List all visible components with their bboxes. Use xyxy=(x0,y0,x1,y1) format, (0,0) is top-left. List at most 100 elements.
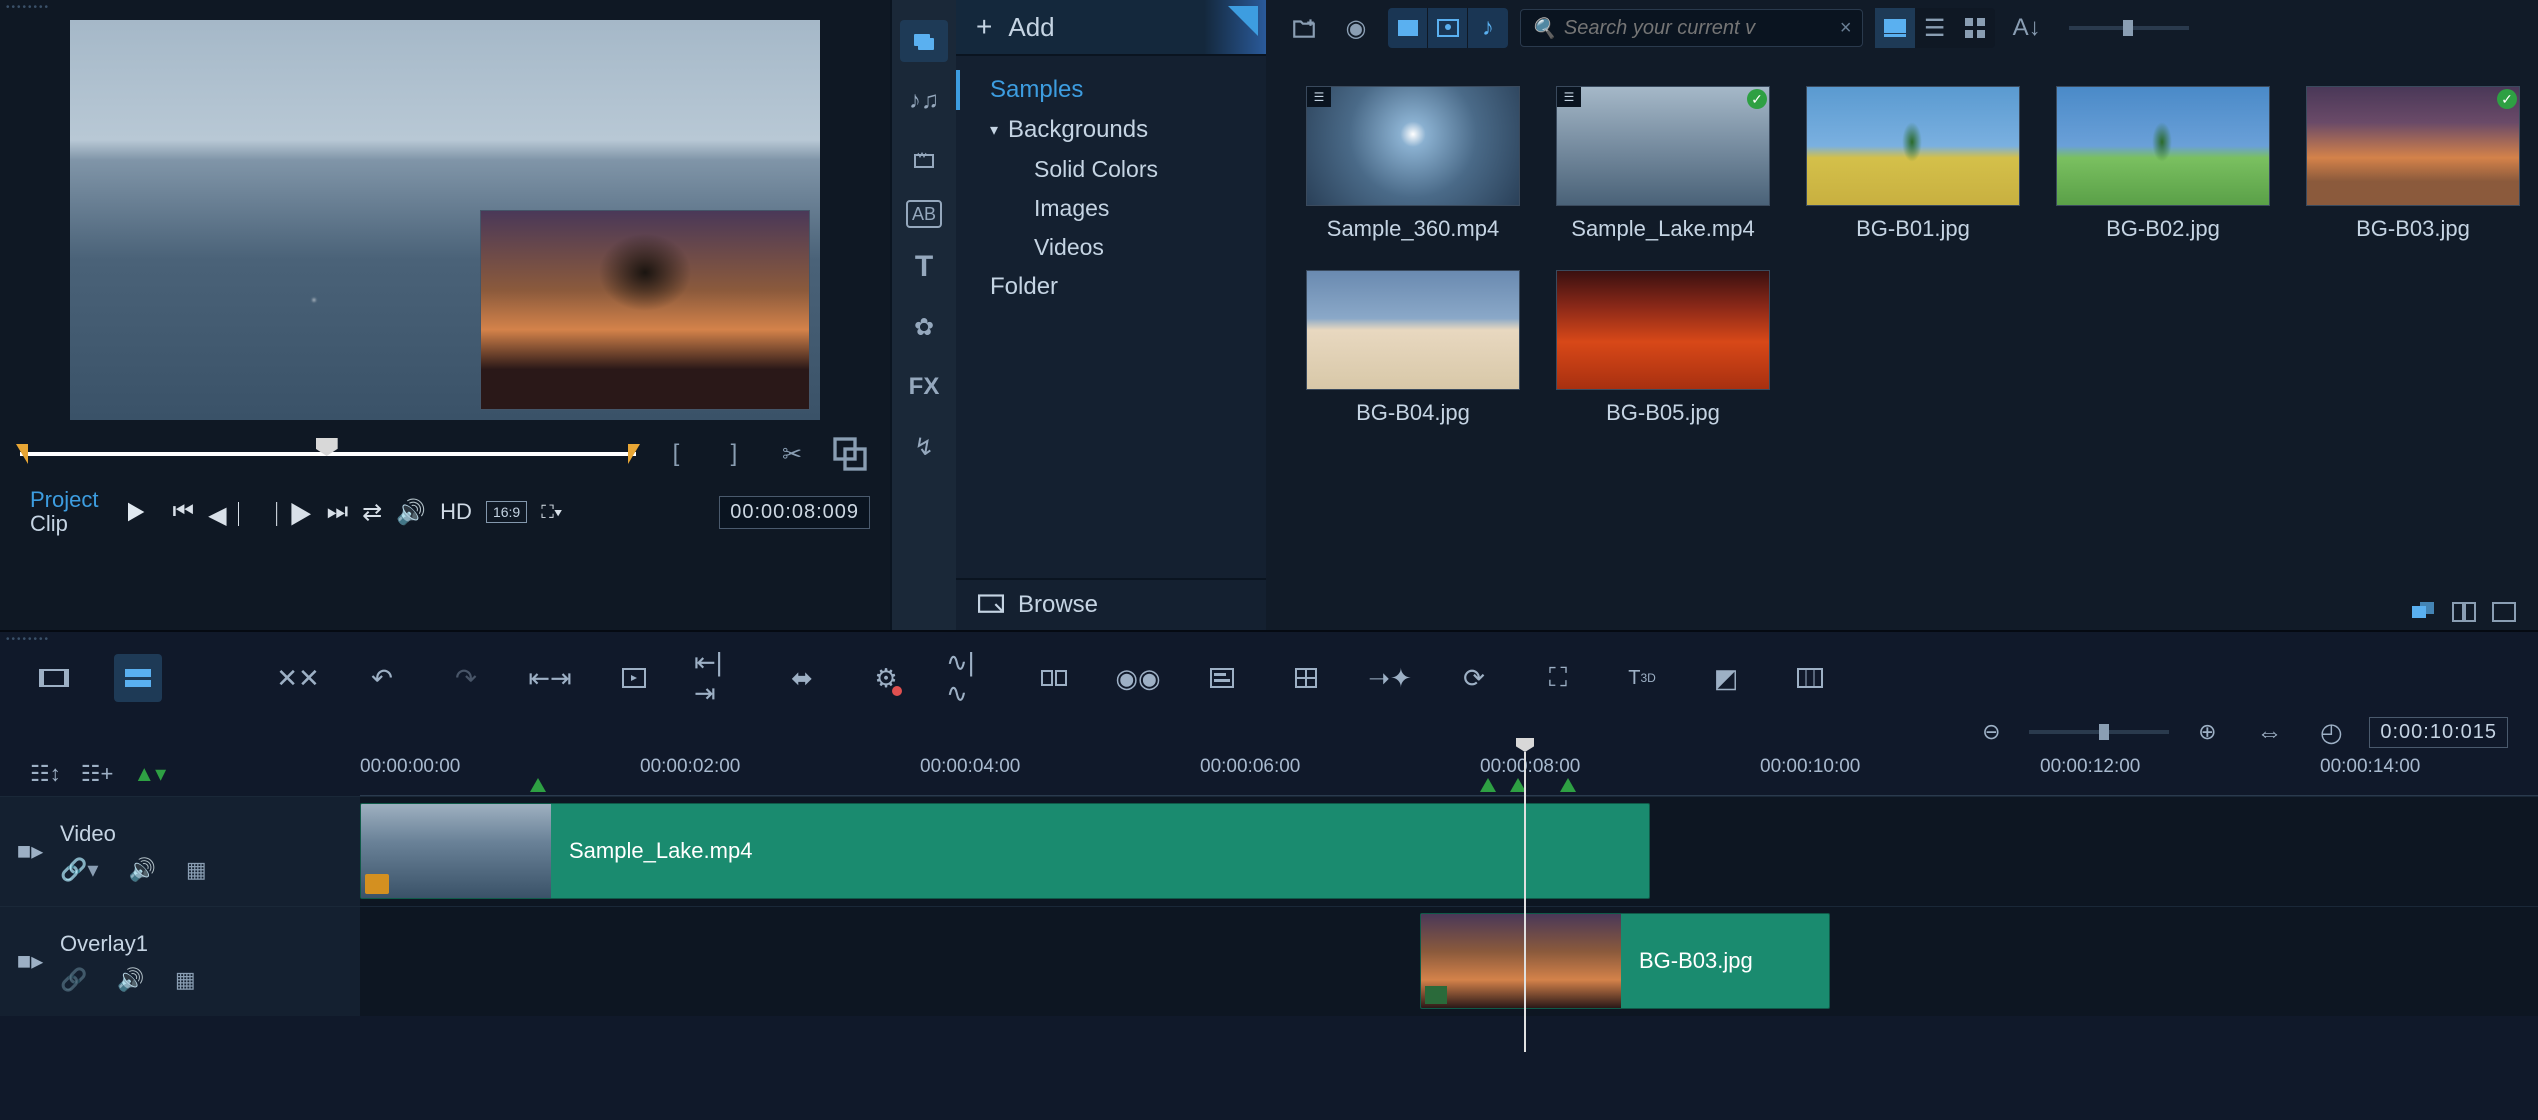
chapter-marker[interactable] xyxy=(530,778,546,792)
play-button[interactable] xyxy=(112,489,158,535)
timeline-timecode[interactable]: 0:00:10:015 xyxy=(2369,717,2508,748)
timeline-playhead[interactable] xyxy=(1524,752,1526,1052)
capture-button[interactable]: ◉ xyxy=(1336,8,1376,48)
audio-mixer-button[interactable]: ∿|∿ xyxy=(946,654,994,702)
grid-button[interactable] xyxy=(1282,654,1330,702)
media-item[interactable]: BG-B04.jpg xyxy=(1306,270,1520,426)
settings-button[interactable]: ✕✕ xyxy=(274,654,322,702)
track-transparency-button[interactable]: ◉◉ xyxy=(1114,654,1162,702)
resize-options-button[interactable]: ⛶▾ xyxy=(541,502,562,523)
track-link-button[interactable]: 🔗▾ xyxy=(60,857,98,883)
filter-video-button[interactable] xyxy=(1388,8,1428,48)
tree-folder[interactable]: Folder xyxy=(956,267,1266,307)
snapshot-button[interactable] xyxy=(830,434,870,474)
scrub-playhead[interactable] xyxy=(316,438,338,456)
media-item[interactable]: BG-B05.jpg xyxy=(1556,270,1770,426)
timeline-ruler[interactable]: 00:00:00:0000:00:02:0000:00:04:0000:00:0… xyxy=(360,752,2538,796)
add-track-button[interactable]: ☷+ xyxy=(81,761,114,787)
tree-backgrounds[interactable]: ▾Backgrounds xyxy=(956,110,1266,150)
pan-zoom-button[interactable] xyxy=(610,654,658,702)
fit-project-button[interactable]: ⇔ xyxy=(2245,708,2293,756)
media-item[interactable]: BG-B01.jpg xyxy=(1806,86,2020,242)
track-manager-button[interactable]: ☷↕ xyxy=(30,761,61,787)
go-start-button[interactable]: ⏮ xyxy=(172,498,194,526)
import-folder-button[interactable] xyxy=(1284,8,1324,48)
chapter-marker[interactable] xyxy=(1560,778,1576,792)
fx-tab[interactable]: FX xyxy=(900,366,948,408)
thumb-zoom-slider[interactable] xyxy=(2069,26,2189,30)
split-screen-button[interactable] xyxy=(1786,654,1834,702)
track-disable-button[interactable]: ▦ xyxy=(175,967,196,993)
transitions-tab[interactable] xyxy=(900,140,948,182)
storyboard-view-button[interactable] xyxy=(30,654,78,702)
track-mute-button[interactable]: 🔊 xyxy=(128,857,155,883)
show-library-button[interactable] xyxy=(2408,598,2440,626)
overlay-clip[interactable]: BG-B03.jpg xyxy=(1420,913,1830,1009)
playback-mode-toggle[interactable]: Project Clip xyxy=(30,488,98,536)
mark-out-button[interactable]: ] xyxy=(714,434,754,474)
titles-tab[interactable]: AB xyxy=(906,200,942,228)
next-frame-button[interactable]: ｜▶ xyxy=(265,495,313,530)
timeline-view-button[interactable] xyxy=(114,654,162,702)
filter-audio-button[interactable]: ♪ xyxy=(1468,8,1508,48)
zoom-in-button[interactable]: ⊕ xyxy=(2183,708,2231,756)
video-clip[interactable]: Sample_Lake.mp4 xyxy=(360,803,1650,899)
prev-frame-button[interactable]: ◀｜ xyxy=(208,495,250,530)
search-input[interactable] xyxy=(1564,17,1832,40)
overlays-tab[interactable]: ✿ xyxy=(900,306,948,348)
rotate-button[interactable]: ⟳ xyxy=(1450,654,1498,702)
slide-button[interactable]: ⬌ xyxy=(778,654,826,702)
add-button[interactable]: + Add xyxy=(956,0,1266,56)
tree-solid-colors[interactable]: Solid Colors xyxy=(956,150,1266,189)
media-item[interactable]: ☰ ✓ Sample_Lake.mp4 xyxy=(1556,86,1770,242)
undo-button[interactable]: ↶ xyxy=(358,654,406,702)
audio-tab[interactable]: ♪♫ xyxy=(900,80,948,122)
zoom-out-button[interactable]: ⊖ xyxy=(1967,708,2015,756)
mask-creator-button[interactable]: ◩ xyxy=(1702,654,1750,702)
clear-search-button[interactable]: × xyxy=(1840,17,1852,40)
motion-path-tab[interactable]: ↯ xyxy=(900,426,948,468)
media-item[interactable]: BG-B02.jpg xyxy=(2056,86,2270,242)
show-options-button[interactable] xyxy=(2448,598,2480,626)
volume-button[interactable]: 🔊 xyxy=(396,498,426,527)
timeline-zoom-slider[interactable] xyxy=(2029,730,2169,734)
3d-title-button[interactable]: T3D xyxy=(1618,654,1666,702)
mark-in-button[interactable]: [ xyxy=(656,434,696,474)
hd-toggle[interactable]: HD xyxy=(440,499,472,525)
motion-tracking-button[interactable]: ➝✦ xyxy=(1366,654,1414,702)
redo-button[interactable]: ↷ xyxy=(442,654,490,702)
repeat-button[interactable]: ⇄ xyxy=(362,498,382,527)
multi-trim-button[interactable] xyxy=(1030,654,1078,702)
media-tab[interactable] xyxy=(900,20,948,62)
panel-drag-handle[interactable]: •••••••• xyxy=(6,634,50,645)
tree-images[interactable]: Images xyxy=(956,189,1266,228)
track-disable-button[interactable]: ▦ xyxy=(186,857,207,883)
split-clip-button[interactable]: ✂ xyxy=(772,434,812,474)
view-list-button[interactable]: ☰ xyxy=(1915,8,1955,48)
subtitle-button[interactable] xyxy=(1198,654,1246,702)
sort-button[interactable]: A↓ xyxy=(2007,8,2047,48)
show-both-button[interactable] xyxy=(2488,598,2520,626)
mark-out-handle[interactable] xyxy=(628,444,640,464)
browse-button[interactable]: Browse xyxy=(956,578,1266,630)
chapter-marker[interactable] xyxy=(1480,778,1496,792)
markers-button[interactable]: ▲▾ xyxy=(133,761,166,787)
pin-icon[interactable] xyxy=(1228,6,1258,36)
preview-monitor[interactable] xyxy=(70,20,820,420)
panel-drag-handle[interactable]: •••••••• xyxy=(6,2,50,13)
filter-photo-button[interactable] xyxy=(1428,8,1468,48)
preview-timecode[interactable]: 00:00:08:009 xyxy=(719,496,870,529)
fit-window-button[interactable]: ⇤⇥ xyxy=(526,654,574,702)
text-tab[interactable]: T xyxy=(900,246,948,288)
video-track-icon[interactable]: ■▸ xyxy=(0,797,60,906)
overlay-track-icon[interactable]: ■▸ xyxy=(0,907,60,1016)
slip-button[interactable]: ⇤|⇥ xyxy=(694,654,742,702)
tree-samples[interactable]: Samples xyxy=(956,70,1266,110)
go-end-button[interactable]: ⏭ xyxy=(327,498,349,526)
view-grid-button[interactable] xyxy=(1955,8,1995,48)
scrub-track[interactable] xyxy=(20,452,636,456)
aspect-ratio-button[interactable]: 16:9 xyxy=(486,501,527,523)
track-link-button[interactable]: 🔗 xyxy=(60,967,87,993)
media-item[interactable]: ☰ Sample_360.mp4 xyxy=(1306,86,1520,242)
track-mute-button[interactable]: 🔊 xyxy=(117,967,144,993)
